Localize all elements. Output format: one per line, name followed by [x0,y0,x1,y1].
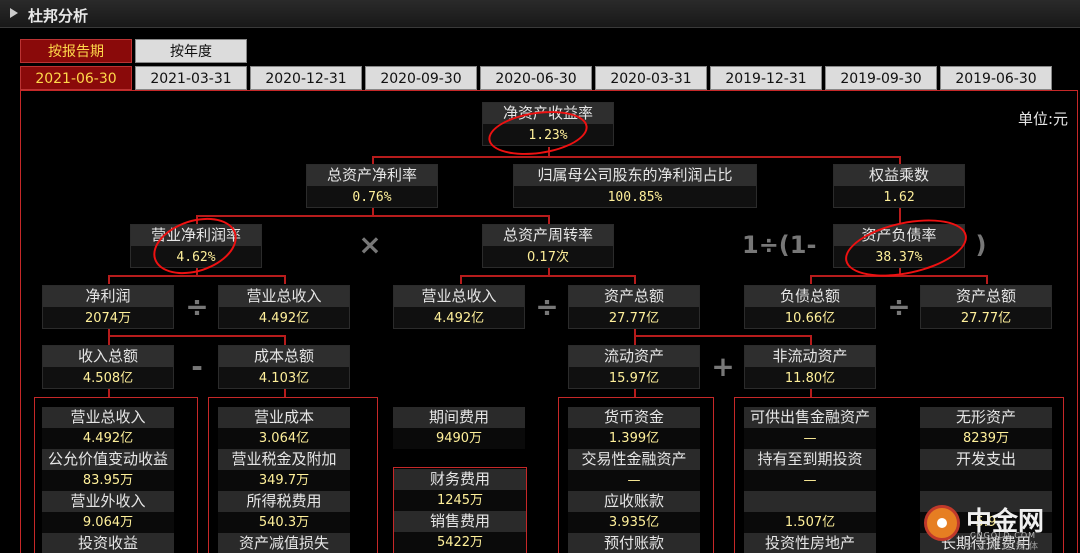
section-header[interactable]: 杜邦分析 [0,0,1080,28]
node-total-assets[interactable]: 资产总额 27.77亿 [568,285,700,329]
connector-line [108,335,286,337]
connector-line [634,389,636,397]
divide-operator: ÷ [185,290,209,323]
unit-label: 单位:元 [1017,110,1068,128]
close-paren-operator: ) [975,231,987,259]
detail-item[interactable]: 资产减值损失 [218,533,350,553]
plus-operator: + [711,350,735,383]
connector-line [810,275,812,284]
detail-item-period-fee[interactable]: 期间费用 9490万 [393,407,525,449]
detail-item[interactable]: 投资收益 [42,533,174,553]
detail-item[interactable]: 开发支出 [920,449,1052,491]
node-cost-total[interactable]: 成本总额 4.103亿 [218,345,350,389]
connector-line [372,156,900,158]
connector-line [634,335,636,345]
connector-line [810,389,812,397]
connector-line [108,335,110,345]
date-tab[interactable]: 2021-06-30 [20,66,132,90]
detail-item[interactable]: 货币资金 1.399亿 [568,407,700,449]
node-noncurrent-assets[interactable]: 非流动资产 11.80亿 [744,345,876,389]
detail-item[interactable]: 财务费用 1245万 [394,469,526,511]
watermark: 中金网 CNGOLD.COM 中文财经媒体 [924,501,1074,552]
minus-operator: - [191,350,203,383]
connector-line [460,275,462,284]
divide-operator: ÷ [535,290,559,323]
multiply-operator: × [358,228,382,261]
connector-line [284,275,286,284]
node-net-profit[interactable]: 净利润 2074万 [42,285,174,329]
detail-item[interactable]: 预付账款 [568,533,700,553]
connector-line [284,335,286,345]
detail-item[interactable]: 无形资产 8239万 [920,407,1052,449]
connector-line [372,156,374,164]
connector-line [108,275,286,277]
connector-line [810,335,812,345]
node-current-assets[interactable]: 流动资产 15.97亿 [568,345,700,389]
detail-item[interactable]: 投资性房地产 [744,533,876,553]
detail-item[interactable]: 营业成本 3.064亿 [218,407,350,449]
detail-item[interactable]: 营业税金及附加 349.7万 [218,449,350,491]
divide-operator: ÷ [887,290,911,323]
detail-item[interactable]: 公允价值变动收益 83.95万 [42,449,174,491]
connector-line [899,156,901,164]
tab-by-year[interactable]: 按年度 [135,39,247,63]
connector-line [548,215,550,224]
node-equity-multiplier[interactable]: 权益乘数 1.62 [833,164,965,208]
node-income-total[interactable]: 收入总额 4.508亿 [42,345,174,389]
date-tab[interactable]: 2021-03-31 [135,66,247,90]
watermark-subtitle: 中文财经媒体 [964,542,1043,552]
collapse-triangle-icon[interactable] [10,8,18,18]
detail-item[interactable]: 应收账款 3.935亿 [568,491,700,533]
date-tab[interactable]: 2020-03-31 [595,66,707,90]
detail-item[interactable]: 营业总收入 4.492亿 [42,407,174,449]
detail-item[interactable]: 持有至到期投资 — [744,449,876,491]
detail-item[interactable]: 交易性金融资产 — [568,449,700,491]
node-parent-ratio[interactable]: 归属母公司股东的净利润占比 100.85% [513,164,757,208]
date-tab[interactable]: 2019-12-31 [710,66,822,90]
date-tab[interactable]: 2019-09-30 [825,66,937,90]
detail-item[interactable]: 营业外收入 9.064万 [42,491,174,533]
date-tab[interactable]: 2019-06-30 [940,66,1052,90]
node-revenue[interactable]: 营业总收入 4.492亿 [218,285,350,329]
node-total-assets-2[interactable]: 资产总额 27.77亿 [920,285,1052,329]
node-roa[interactable]: 总资产净利率 0.76% [306,164,438,208]
node-total-liabilities[interactable]: 负债总额 10.66亿 [744,285,876,329]
detail-item[interactable]: 1.507亿 [744,491,876,533]
one-minus-operator: 1÷(1- [742,231,817,259]
connector-line [634,335,810,337]
detail-item[interactable]: 销售费用 5422万 [394,511,526,553]
connector-line [986,275,988,284]
connector-line [108,275,110,284]
connector-line [634,275,636,284]
section-title: 杜邦分析 [28,7,89,25]
tab-by-report-period[interactable]: 按报告期 [20,39,132,63]
connector-line [284,389,286,397]
date-tab[interactable]: 2020-06-30 [480,66,592,90]
detail-item[interactable]: 可供出售金融资产 — [744,407,876,449]
date-tab[interactable]: 2020-09-30 [365,66,477,90]
node-asset-turnover[interactable]: 总资产周转率 0.17次 [482,224,614,268]
date-tab[interactable]: 2020-12-31 [250,66,362,90]
node-revenue-2[interactable]: 营业总收入 4.492亿 [393,285,525,329]
detail-item[interactable]: 所得税费用 540.3万 [218,491,350,533]
connector-line [108,389,110,397]
brand-logo-icon [924,505,960,541]
connector-line [196,215,550,217]
connector-line [460,275,636,277]
